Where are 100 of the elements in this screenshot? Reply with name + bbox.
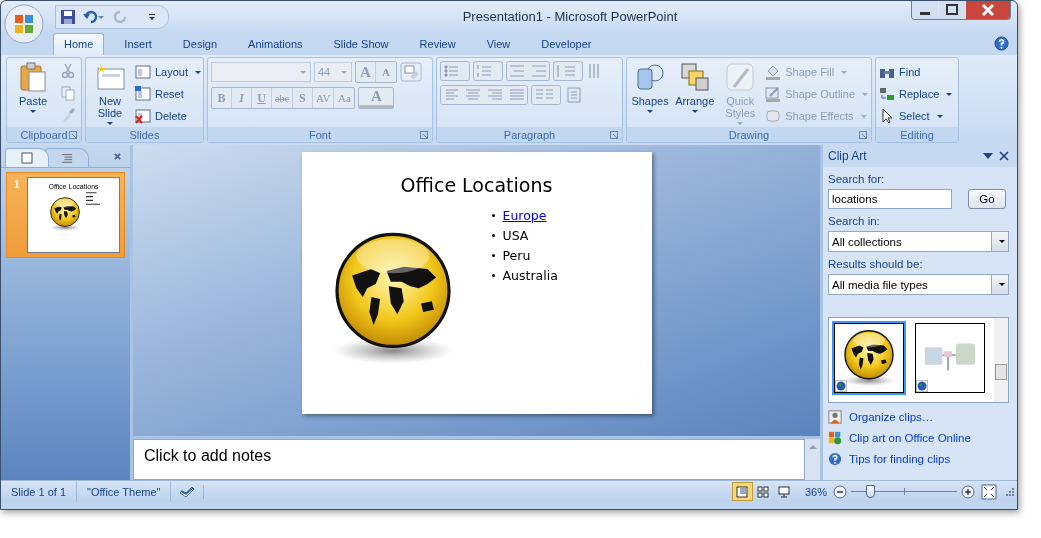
ribbon-tab[interactable]: View bbox=[475, 33, 522, 55]
close-button[interactable] bbox=[966, 1, 1010, 19]
caret-icon bbox=[300, 70, 306, 74]
bullet-icon bbox=[491, 274, 495, 277]
spelling-check-icon[interactable] bbox=[178, 484, 205, 499]
caret-icon bbox=[841, 70, 848, 74]
ribbon-tab[interactable]: Review bbox=[408, 33, 467, 55]
caret-icon bbox=[860, 114, 867, 118]
new-slide-icon bbox=[94, 61, 126, 93]
ribbon-command[interactable]: Select bbox=[879, 107, 953, 125]
ribbon-tab[interactable]: Animations bbox=[237, 33, 314, 55]
window-title: Presentation1 - Microsoft PowerPoint bbox=[461, 9, 679, 24]
ribbon-command[interactable]: Replace bbox=[879, 85, 953, 103]
field-label: Search for: bbox=[828, 173, 886, 185]
outline-tab[interactable] bbox=[45, 148, 89, 167]
ribbon-tab[interactable]: Developer bbox=[530, 33, 603, 55]
effects-icon bbox=[765, 108, 782, 124]
ribbon-button[interactable]: Shapes bbox=[630, 61, 671, 113]
close-icon[interactable] bbox=[999, 151, 1009, 161]
paste-button[interactable]: Paste bbox=[10, 61, 56, 113]
globe-icon bbox=[916, 380, 928, 392]
clip-thumbnail[interactable] bbox=[913, 321, 987, 395]
clip-thumbnail[interactable] bbox=[832, 321, 906, 395]
undo-icon[interactable] bbox=[82, 8, 104, 25]
scrollbar[interactable] bbox=[994, 318, 1008, 402]
delete-slide-icon bbox=[135, 108, 151, 124]
save-icon[interactable] bbox=[60, 8, 76, 25]
cursor-icon bbox=[879, 108, 895, 124]
slide-icon bbox=[21, 152, 33, 164]
ribbon-tab[interactable]: Design bbox=[171, 33, 229, 55]
caret-icon bbox=[30, 110, 36, 113]
pane-link[interactable]: Tips for finding clips bbox=[849, 453, 951, 465]
caret-icon bbox=[647, 110, 654, 113]
pane-title: Clip Art bbox=[828, 149, 868, 163]
search-field[interactable]: locations bbox=[828, 189, 952, 209]
ribbon-tab[interactable]: Insert bbox=[113, 33, 163, 55]
bullet-text: USA bbox=[502, 228, 529, 243]
ribbon-command[interactable]: Layout bbox=[135, 63, 202, 81]
shapes-icon bbox=[634, 61, 667, 93]
bullet-icon bbox=[491, 234, 495, 237]
ribbon-tab[interactable]: Home bbox=[53, 33, 105, 55]
zoom-slider-thumb[interactable] bbox=[866, 485, 875, 498]
pane-link[interactable]: Clip art on Office Online bbox=[849, 432, 971, 444]
copy-icon[interactable] bbox=[60, 85, 76, 101]
ribbon-tab[interactable]: Slide Show bbox=[322, 33, 400, 55]
caret-icon bbox=[946, 92, 953, 96]
zoom-in-button[interactable] bbox=[961, 484, 975, 499]
fit-to-window-icon[interactable] bbox=[981, 483, 997, 500]
ribbon-button[interactable]: Arrange bbox=[674, 61, 716, 113]
pane-link[interactable]: Organize clips… bbox=[849, 411, 934, 423]
slide-layout-icon bbox=[135, 86, 151, 102]
field-label: Results should be: bbox=[828, 258, 924, 270]
zoom-level[interactable]: 36% bbox=[804, 485, 827, 498]
slide-title: Office Locations bbox=[400, 173, 553, 196]
group-title: Paragraph bbox=[503, 128, 556, 141]
help-icon bbox=[828, 452, 842, 466]
new-slide-button[interactable]: New Slide bbox=[89, 61, 131, 125]
help-icon[interactable] bbox=[994, 36, 1009, 51]
clipboard-icon bbox=[17, 61, 49, 93]
zoom-out-button[interactable] bbox=[833, 484, 847, 499]
close-icon[interactable] bbox=[113, 152, 122, 161]
arrange-icon bbox=[678, 61, 711, 93]
caret-icon bbox=[691, 110, 698, 113]
dialog-launcher-icon[interactable] bbox=[69, 131, 77, 139]
group-title: Font bbox=[309, 128, 331, 141]
dialog-launcher-icon[interactable] bbox=[859, 131, 867, 139]
go-button[interactable]: Go bbox=[968, 189, 1006, 209]
dropdown-icon[interactable] bbox=[983, 151, 993, 161]
bullet-icon bbox=[491, 254, 495, 257]
slide-number: 1 bbox=[13, 177, 21, 193]
bullet-icon bbox=[491, 214, 495, 217]
bullet-lines-drawing bbox=[85, 192, 100, 205]
globe-icon bbox=[835, 380, 847, 392]
person-icon bbox=[828, 410, 842, 424]
brush-icon[interactable] bbox=[60, 107, 76, 123]
ribbon-command[interactable]: Reset bbox=[135, 85, 202, 103]
customize-icon[interactable] bbox=[148, 11, 156, 22]
dropdown[interactable]: All media file types bbox=[828, 274, 1009, 295]
bullet-text: Peru bbox=[502, 248, 531, 263]
scissors-icon[interactable] bbox=[60, 63, 76, 79]
ribbon-command[interactable]: Delete bbox=[135, 107, 202, 125]
caret-icon bbox=[862, 92, 868, 96]
group-title: Slides bbox=[129, 128, 160, 141]
slides-tab[interactable] bbox=[5, 148, 49, 167]
list-icon bbox=[61, 152, 73, 164]
slide-layout-icon bbox=[135, 64, 151, 80]
replace-icon bbox=[879, 86, 895, 102]
group-title: Drawing bbox=[728, 128, 770, 141]
paint-bucket-icon bbox=[765, 64, 782, 80]
bullet-text: Australia bbox=[502, 268, 558, 283]
dropdown[interactable]: All collections bbox=[828, 231, 1009, 252]
resize-grip-icon[interactable] bbox=[1005, 486, 1015, 497]
ribbon-command[interactable]: Find bbox=[879, 63, 953, 81]
bullet-link[interactable]: Europe bbox=[502, 208, 547, 223]
scrollbar[interactable] bbox=[805, 439, 820, 480]
normal-view-button[interactable] bbox=[731, 482, 753, 501]
minimize-button[interactable] bbox=[912, 1, 938, 19]
notes-field[interactable]: Click to add notes bbox=[133, 439, 805, 480]
globe-drawing bbox=[47, 196, 82, 232]
office-logo-icon bbox=[828, 431, 842, 445]
